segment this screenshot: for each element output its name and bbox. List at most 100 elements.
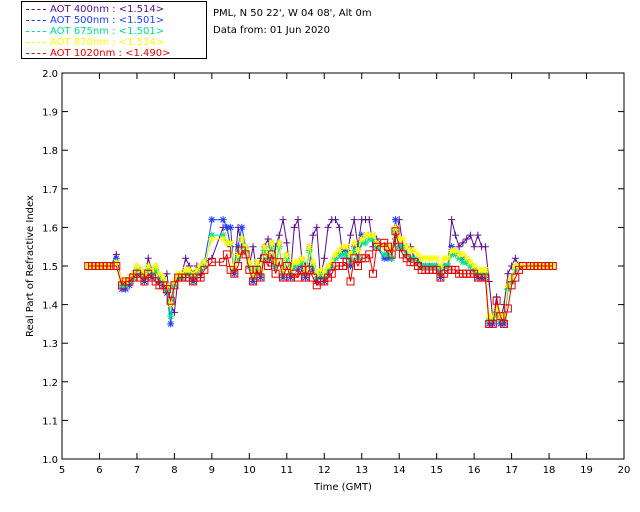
data-point xyxy=(369,231,377,239)
y-tick-label: 2.0 xyxy=(42,69,58,80)
data-point xyxy=(346,231,354,239)
x-tick-label: 8 xyxy=(171,465,177,476)
data-point xyxy=(309,231,317,239)
x-tick-label: 17 xyxy=(505,465,518,476)
data-point xyxy=(298,254,306,262)
data-point xyxy=(324,223,332,231)
y-axis-title: Real Part of Refractive Index xyxy=(25,195,36,337)
data-point xyxy=(444,254,452,262)
data-point xyxy=(335,223,343,231)
y-tick-label: 1.6 xyxy=(42,223,58,234)
x-tick-label: 6 xyxy=(96,465,102,476)
legend-line-3 xyxy=(26,41,46,43)
legend-label-2: AOT 675nm : <1.501> xyxy=(50,26,165,37)
x-tick-label: 16 xyxy=(468,465,481,476)
series-4 xyxy=(84,227,557,328)
location-text: PML, N 50 22', W 04 08', Alt 0m xyxy=(213,8,372,19)
data-point xyxy=(208,216,216,224)
x-tick-label: 18 xyxy=(543,465,556,476)
data-point xyxy=(268,239,276,247)
data-point xyxy=(275,239,283,247)
data-point xyxy=(279,216,287,224)
data-point xyxy=(481,266,489,274)
x-tick-label: 10 xyxy=(243,465,256,476)
data-point xyxy=(451,231,459,239)
data-point xyxy=(253,258,261,266)
data-point xyxy=(332,216,340,224)
legend-label-4: AOT 1020nm : <1.490> xyxy=(50,48,171,59)
data-point xyxy=(354,247,362,255)
x-tick-label: 15 xyxy=(430,465,443,476)
data-point xyxy=(238,223,246,231)
x-tick-label: 11 xyxy=(280,465,293,476)
legend-label-1: AOT 500nm : <1.501> xyxy=(50,15,165,26)
x-tick-label: 5 xyxy=(59,465,65,476)
y-tick-label: 1.3 xyxy=(42,339,58,350)
y-tick-label: 1.7 xyxy=(42,185,58,196)
data-point xyxy=(249,243,257,251)
data-point xyxy=(399,235,407,243)
data-point xyxy=(294,216,302,224)
x-tick-label: 12 xyxy=(318,465,331,476)
data-point xyxy=(260,243,268,251)
data-point xyxy=(227,223,235,231)
data-point xyxy=(283,250,291,258)
data-point xyxy=(208,235,216,243)
data-point xyxy=(511,254,519,262)
data-point xyxy=(167,320,175,328)
data-point xyxy=(167,312,175,320)
legend-item-4: AOT 1020nm : <1.490> xyxy=(26,48,170,59)
data-point xyxy=(448,216,456,224)
data-point xyxy=(305,243,313,251)
legend-label-0: AOT 400nm : <1.514> xyxy=(50,4,165,15)
data-point xyxy=(238,235,246,243)
legend-item-1: AOT 500nm : <1.501> xyxy=(26,15,164,26)
data-point xyxy=(350,239,358,247)
data-point xyxy=(159,274,167,282)
data-point xyxy=(182,254,190,262)
axis-ticks: 5 6 7 8 9 10 11 12 13 14 15 16 17 18 19 20 1.0 1.1 1.2 1.3 1… xyxy=(42,69,630,476)
data-point xyxy=(474,231,482,239)
data-point xyxy=(350,216,358,224)
y-tick-label: 1.8 xyxy=(42,146,58,157)
legend-line-0 xyxy=(26,8,46,10)
data-point xyxy=(227,239,235,247)
data-point xyxy=(313,223,321,231)
data-point xyxy=(489,312,497,320)
x-tick-label: 13 xyxy=(355,465,368,476)
data-point xyxy=(309,258,317,266)
data-point xyxy=(481,243,489,251)
y-tick-label: 1.9 xyxy=(42,108,58,119)
data-point xyxy=(433,254,441,262)
chart-svg: 5 6 7 8 9 10 11 12 13 14 15 16 17 18 19 20 1.0 1.1 1.2 1.3 1… xyxy=(25,69,630,493)
legend-label-3: AOT 870nm : <1.514> xyxy=(50,37,165,48)
data-point xyxy=(283,239,291,247)
data-point xyxy=(275,231,283,239)
y-tick-label: 1.5 xyxy=(42,262,58,273)
data-point xyxy=(152,262,160,270)
y-tick-label: 1.0 xyxy=(42,455,58,466)
data-point xyxy=(144,254,152,262)
x-tick-label: 14 xyxy=(393,465,406,476)
legend: AOT 400nm : <1.514> AOT 500nm : <1.501> … xyxy=(21,1,207,59)
x-tick-label: 19 xyxy=(580,465,593,476)
data-point xyxy=(219,216,227,224)
legend-item-0: AOT 400nm : <1.514> xyxy=(26,4,164,15)
legend-item-3: AOT 870nm : <1.514> xyxy=(26,37,164,48)
x-tick-label: 7 xyxy=(134,465,140,476)
x-tick-label: 20 xyxy=(618,465,631,476)
data-point xyxy=(200,258,208,266)
legend-line-4 xyxy=(26,52,46,54)
data-point xyxy=(320,254,328,262)
legend-line-1 xyxy=(26,19,46,21)
data-point xyxy=(391,216,399,224)
x-axis-title: Time (GMT) xyxy=(313,482,372,493)
data-point xyxy=(470,243,478,251)
data-point xyxy=(365,216,373,224)
x-tick-label: 9 xyxy=(209,465,215,476)
series-layer xyxy=(84,216,557,328)
date-text: Data from: 01 Jun 2020 xyxy=(213,25,331,36)
data-point xyxy=(343,243,351,251)
legend-item-2: AOT 675nm : <1.501> xyxy=(26,26,164,37)
y-tick-label: 1.4 xyxy=(42,301,58,312)
